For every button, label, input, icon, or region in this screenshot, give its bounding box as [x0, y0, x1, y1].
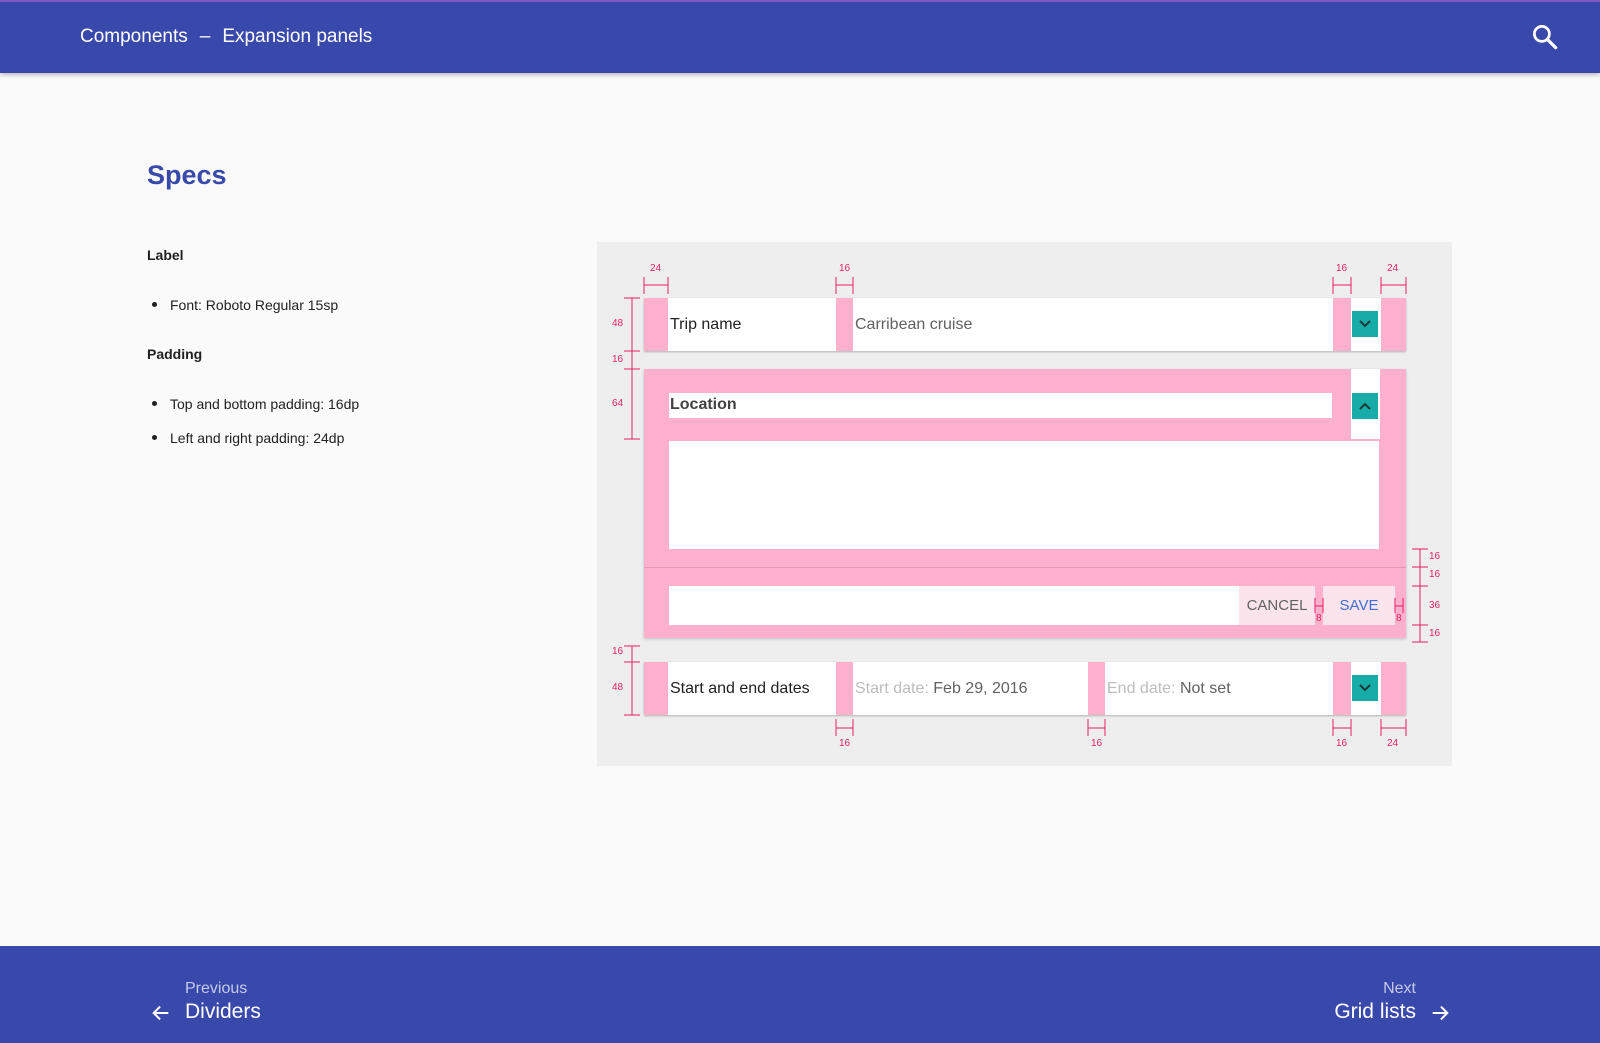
- list-item: Left and right padding: 24dp: [150, 428, 359, 462]
- measure-label: 24: [650, 263, 662, 274]
- label-heading: Label: [147, 247, 184, 263]
- label-spec-list: Font: Roboto Regular 15sp: [150, 295, 338, 329]
- measure-label: 16: [1429, 569, 1441, 580]
- padding-spec-list: Top and bottom padding: 16dp Left and ri…: [150, 394, 359, 462]
- page-title: Specs: [147, 160, 227, 190]
- measure-label: 24: [1387, 738, 1399, 749]
- measure-label: 16: [1336, 263, 1348, 274]
- breadcrumb-separator: –: [199, 26, 211, 47]
- spec-diagram: Trip name Carribean cruise Location CANC…: [597, 242, 1452, 766]
- top-app-bar: Components – Expansion panels: [0, 0, 1600, 73]
- next-title: Grid lists: [1334, 1000, 1416, 1023]
- measure-label: 16: [1091, 738, 1103, 749]
- next-label: Next: [1383, 980, 1416, 997]
- measure-label: 16: [839, 263, 851, 274]
- previous-link[interactable]: Previous Dividers: [150, 980, 280, 1034]
- previous-label: Previous: [185, 980, 248, 997]
- breadcrumb-section[interactable]: Components: [80, 26, 188, 48]
- breadcrumb: Components – Expansion panels: [80, 26, 372, 48]
- search-icon: [1533, 25, 1558, 50]
- list-item: Font: Roboto Regular 15sp: [150, 295, 338, 329]
- arrow-right-icon: [1432, 1005, 1449, 1021]
- padding-heading: Padding: [147, 346, 203, 362]
- next-link[interactable]: Next Grid lists: [1315, 980, 1451, 1034]
- previous-title: Dividers: [185, 1000, 261, 1023]
- measure-label: 16: [612, 646, 624, 657]
- bottom-navigation: Previous Dividers Next Grid lists: [0, 946, 1600, 1043]
- measure-label: 8: [1316, 613, 1322, 624]
- breadcrumb-page: Expansion panels: [222, 26, 373, 47]
- measure-label: 16: [612, 354, 624, 365]
- measure-label: 8: [1396, 613, 1402, 624]
- measure-label: 48: [612, 318, 624, 329]
- arrow-left-icon: [152, 1005, 169, 1021]
- measure-label: 16: [1336, 738, 1348, 749]
- measure-label: 48: [612, 682, 624, 693]
- measurement-lines: [624, 277, 1428, 736]
- measure-label: 24: [1387, 263, 1399, 274]
- list-item: Top and bottom padding: 16dp: [150, 394, 359, 428]
- measure-label: 36: [1429, 600, 1441, 611]
- measure-label: 16: [1429, 551, 1441, 562]
- measure-label: 64: [612, 398, 624, 409]
- measure-label: 16: [1429, 628, 1441, 639]
- measure-label: 16: [839, 738, 851, 749]
- search-button[interactable]: [1530, 22, 1560, 52]
